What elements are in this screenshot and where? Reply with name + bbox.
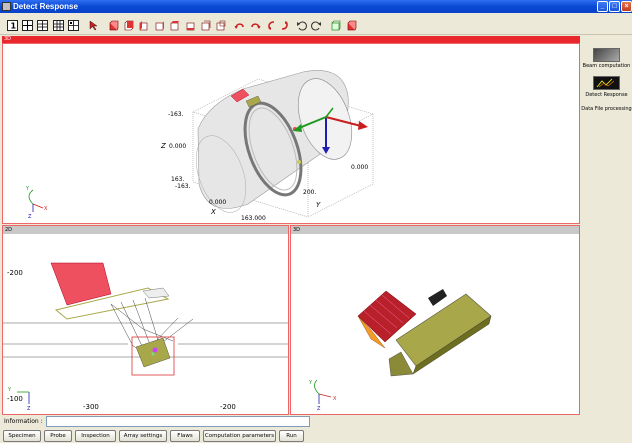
triad-3d-y-label: Y (308, 380, 313, 386)
bottom-left-2d-scene: -200 -100 -300 -200 Y Z (3, 262, 288, 412)
rotate-ccw-icon[interactable] (234, 20, 245, 31)
view-top-icon[interactable] (169, 20, 180, 31)
rotate-right-icon[interactable] (280, 20, 291, 31)
view-left-icon[interactable] (138, 20, 149, 31)
svg-text:1: 1 (11, 22, 17, 31)
triad-2d-y-label: Y (7, 387, 12, 393)
rotate-left-icon[interactable] (265, 20, 276, 31)
layout-6-icon[interactable] (37, 20, 48, 31)
y-tick-bottom: -100 (7, 395, 23, 403)
y-tick-end: 0.000 (351, 164, 368, 171)
detect-response-icon[interactable] (593, 76, 620, 90)
top-3d-viewport[interactable]: -163. Z 0.000 163. -163. 0.000 X 163.000… (2, 43, 580, 224)
triad-2d-z-label: Z (27, 406, 31, 412)
y-axis-title: Y (316, 201, 321, 209)
tab-computation-parameters[interactable]: Computation parameters (203, 430, 276, 442)
select-icon[interactable] (88, 20, 99, 31)
tab-array-settings[interactable]: Array settings (119, 430, 167, 442)
layout-4-icon[interactable] (22, 20, 33, 31)
bottom-right-3d-viewport[interactable]: 3D Y X Z (290, 225, 580, 415)
x-tick-left: -300 (83, 403, 99, 411)
tab-specimen[interactable]: Specimen (3, 430, 41, 442)
axes-triad: Y X Z (25, 186, 48, 220)
window-title: Detect Response (13, 2, 78, 11)
top-pane-label: 3D (4, 36, 12, 42)
tab-flaws[interactable]: Flaws (170, 430, 200, 442)
tab-probe[interactable]: Probe (44, 430, 72, 442)
close-button[interactable]: × (621, 1, 632, 12)
triad-3d-x-label: X (333, 396, 337, 402)
data-file-processing-label[interactable]: Data File processing (581, 106, 632, 112)
redo-icon[interactable] (311, 20, 322, 31)
pane-2d-label: 2D (5, 227, 13, 233)
window-titlebar: Detect Response _ □ × (0, 0, 632, 13)
triad-y-label: Y (25, 186, 30, 192)
beam-computation-label[interactable]: Beam computation (581, 63, 632, 69)
rotate-cw-icon[interactable] (250, 20, 261, 31)
layout-1-icon[interactable]: 1 (7, 20, 18, 31)
right-panel: Beam computation Detect Response Data Fi… (581, 36, 632, 416)
z-tick-top: -163. (168, 111, 184, 118)
x-tick-right: -200 (220, 403, 236, 411)
triad-z-label: Z (28, 214, 32, 220)
information-row: Information : (2, 416, 580, 427)
layout-9-icon[interactable] (53, 20, 64, 31)
minimize-button[interactable]: _ (597, 1, 608, 12)
x-tick-mid: 0.000 (209, 199, 226, 206)
pane-2d-header: 2D (3, 226, 288, 234)
top-3d-scene: -163. Z 0.000 163. -163. 0.000 X 163.000… (25, 70, 374, 222)
view-right-icon[interactable] (154, 20, 165, 31)
axes-triad-3d: Y X Z (308, 379, 337, 412)
zoom-icon[interactable] (330, 20, 341, 31)
undo-icon[interactable] (296, 20, 307, 31)
view-iso-icon[interactable] (200, 20, 211, 31)
x-axis-title: X (210, 208, 216, 216)
bottom-right-3d-scene: Y X Z (308, 289, 492, 412)
beam-computation-icon[interactable] (593, 48, 620, 62)
information-label: Information : (4, 418, 43, 425)
z-axis-title: Z (160, 142, 166, 150)
information-field[interactable] (46, 416, 310, 427)
y-tick-top: -200 (7, 269, 23, 277)
triad-x-label: X (44, 206, 48, 212)
toolbar: 1 (0, 13, 632, 35)
pane-3d-header: 3D (291, 226, 579, 234)
pane-3d-label: 3D (293, 227, 301, 233)
bottom-tab-bar: Specimen Probe Inspection Array settings… (0, 429, 632, 443)
view-bottom-icon[interactable] (185, 20, 196, 31)
app-icon (2, 2, 11, 11)
reset-icon[interactable] (346, 20, 357, 31)
detect-response-label[interactable]: Detect Response (581, 92, 632, 98)
view-persp-icon[interactable] (215, 20, 226, 31)
z-tick-low: 163. (171, 176, 184, 183)
layout-grid-icon[interactable] (68, 20, 79, 31)
y-tick-mid: 200. (303, 189, 316, 196)
view-front-icon[interactable] (108, 20, 119, 31)
triad-3d-z-label: Z (317, 406, 321, 412)
view-back-icon[interactable] (123, 20, 134, 31)
bottom-left-2d-viewport[interactable]: 2D -200 -100 -300 -200 Y Z (2, 225, 289, 415)
maximize-button[interactable]: □ (609, 1, 620, 12)
z-tick-low2: -163. (175, 183, 191, 190)
tab-run[interactable]: Run (279, 430, 304, 442)
z-tick-mid: 0.000 (169, 143, 186, 150)
tab-inspection[interactable]: Inspection (75, 430, 116, 442)
x-tick-low: 163.000 (241, 215, 266, 222)
top-pane-header: 3D (2, 36, 580, 43)
